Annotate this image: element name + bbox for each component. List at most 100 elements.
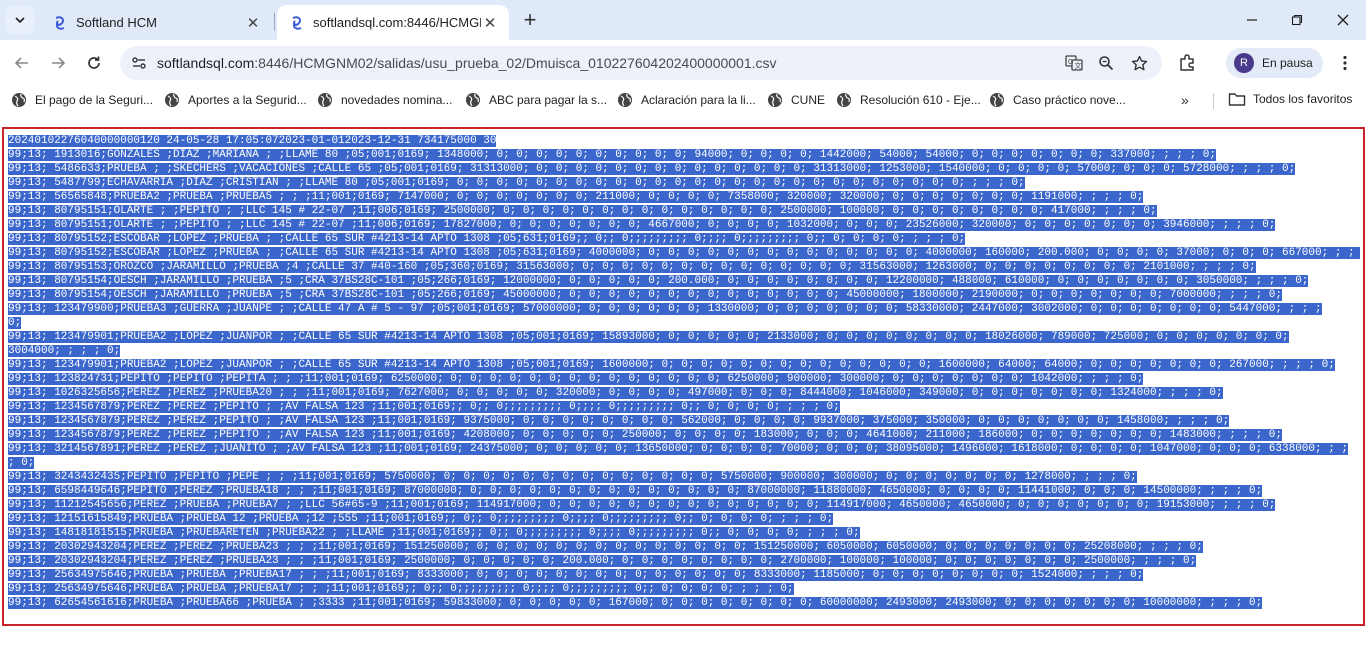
csv-text[interactable]: 20240102276040000000120 24-05-28 17:05:0… <box>8 134 1360 610</box>
softland-logo-icon <box>292 15 302 30</box>
csv-line-text: 99;13; 123479901;PRUEBA2 ;LÓPEZ ;JUANPOR… <box>8 359 1335 371</box>
csv-line-text: 99;13; 80795152;ESCOBAR ;LÓPEZ ;PRUEBA ;… <box>8 247 1360 259</box>
reload-button[interactable] <box>82 51 106 75</box>
folder-icon <box>1228 93 1246 106</box>
csv-line-text: 99;13; 80795153;OROZCO ;JARAMILLO ;PRUEB… <box>8 261 1256 273</box>
profile-button[interactable]: R En pausa <box>1226 48 1323 78</box>
csv-line: 3004000; ; ; ; 0; <box>8 344 1360 358</box>
translate-icon[interactable]: G文 <box>1064 53 1084 73</box>
csv-line-text: 99;13; 5487799;ECHAVARRIA ;DÍAZ ;CRISTIA… <box>8 177 1025 189</box>
globe-icon <box>837 93 851 107</box>
bookmark-label: Aportes a la Segurid... <box>188 93 307 107</box>
tab-strip: Softland HCM ✕ softlandsql.com:8446/HCMG… <box>0 0 1366 40</box>
bookmarks-divider <box>1213 93 1214 109</box>
chevron-down-icon <box>15 17 25 24</box>
csv-line: 99;13; 123824731;PEPITO ;PEPITO ;PEPITA … <box>8 372 1360 386</box>
address-bar[interactable]: softlandsql.com:8446/HCMGNM02/salidas/us… <box>120 46 1162 80</box>
tab-title: Softland HCM <box>76 15 157 30</box>
browser-toolbar: softlandsql.com:8446/HCMGNM02/salidas/us… <box>0 40 1366 86</box>
csv-line: 99;13; 80795152;ESCOBAR ;LÓPEZ ;PRUEBA ;… <box>8 232 1360 246</box>
csv-line-text: 99;13; 12151615849;PRUEBA ;PRUEBA 12 ;PR… <box>8 513 834 525</box>
csv-line: 99;13; 5487799;ECHAVARRIA ;DÍAZ ;CRISTIA… <box>8 176 1360 190</box>
csv-line-text: 99;13; 62654561616;PRUEBA ;PRUEBA66 ;PRU… <box>8 597 1263 609</box>
globe-icon <box>12 93 26 107</box>
globe-icon <box>318 93 332 107</box>
forward-button[interactable] <box>46 51 70 75</box>
csv-line-text: 99;13; 1234567879;PÉREZ ;PÉREZ ;PEPITO ;… <box>8 429 1283 441</box>
bookmark-star-icon[interactable] <box>1129 53 1149 73</box>
tab-search-button[interactable] <box>6 6 34 34</box>
tab-csv-file[interactable]: softlandsql.com:8446/HCMGNM ✕ <box>277 5 509 40</box>
profile-status: En pausa <box>1262 56 1313 70</box>
tab-divider <box>274 13 275 31</box>
csv-line: ; 0; <box>8 456 1360 470</box>
csv-line: 99;13; 1026325656;PÉREZ ;PÉREZ ;PRUEBA20… <box>8 386 1360 400</box>
csv-line: 0; <box>8 316 1360 330</box>
csv-line: 99;13; 12151615849;PRUEBA ;PRUEBA 12 ;PR… <box>8 512 1360 526</box>
bookmark-label: El pago de la Seguri... <box>35 93 154 107</box>
csv-line: 99;13; 80795152;ESCOBAR ;LÓPEZ ;PRUEBA ;… <box>8 246 1360 260</box>
restore-icon[interactable] <box>1285 8 1309 32</box>
avatar: R <box>1234 53 1254 73</box>
close-icon[interactable]: ✕ <box>244 14 262 32</box>
csv-line: 99;13; 1913016;GONZALES ;DÍAZ ;MARIANA ;… <box>8 148 1360 162</box>
csv-line-text: 99;13; 123479900;PRUEBA3 ;GUERRA ;JUANPE… <box>8 303 1322 315</box>
csv-viewer[interactable]: 20240102276040000000120 24-05-28 17:05:0… <box>2 127 1365 626</box>
csv-line-text: 99;13; 1026325656;PÉREZ ;PÉREZ ;PRUEBA20… <box>8 387 1223 399</box>
url-host: softlandsql.com <box>157 55 255 71</box>
csv-line-text: 99;13; 11212545656;PÉREZ ;PRUEBA ;PRUEBA… <box>8 499 1276 511</box>
softland-logo-icon <box>55 15 65 30</box>
csv-line: 99;13; 1234567879;PÉREZ ;PÉREZ ;PEPITO ;… <box>8 428 1360 442</box>
back-button[interactable] <box>10 51 34 75</box>
url-text[interactable]: softlandsql.com:8446/HCMGNM02/salidas/us… <box>157 55 777 71</box>
csv-line-text: 0; <box>8 317 22 329</box>
csv-line-text: ; 0; <box>8 457 35 469</box>
more-menu-icon[interactable] <box>1335 52 1355 74</box>
csv-line: 99;13; 80795151;OLARTE ; ;PEPITO ; ;LLC … <box>8 218 1360 232</box>
bookmark-item[interactable]: El pago de la Seguri... <box>11 91 153 109</box>
csv-line: 99;13; 80795153;OROZCO ;JARAMILLO ;PRUEB… <box>8 260 1360 274</box>
csv-line-text: 99;13; 1913016;GONZALES ;DÍAZ ;MARIANA ;… <box>8 149 1216 161</box>
csv-line-text: 99;13; 123824731;PEPITO ;PEPITO ;PEPITA … <box>8 373 1144 385</box>
csv-line-text: 99;13; 20302943204;PÉREZ ;PÉREZ ;PRUEBA2… <box>8 541 1203 553</box>
extensions-icon[interactable] <box>1178 52 1200 74</box>
all-bookmarks-button[interactable]: Todos los favoritos <box>1228 91 1352 107</box>
bookmarks-bar: El pago de la Seguri... Aportes a la Seg… <box>0 86 1366 114</box>
zoom-icon[interactable] <box>1096 53 1116 73</box>
csv-line-text: 99;13; 1234567879;PÉREZ ;PÉREZ ;PEPITO ;… <box>8 415 1230 427</box>
bookmarks-overflow-button[interactable]: » <box>1181 92 1189 108</box>
csv-line: 99;13; 25634975646;PRUEBA ;PRUEBA ;PRUEB… <box>8 568 1360 582</box>
tab-softland-hcm[interactable]: Softland HCM ✕ <box>40 5 272 40</box>
csv-line-text: 99;13; 25634975646;PRUEBA ;PRUEBA ;PRUEB… <box>8 569 1144 581</box>
bookmark-item[interactable]: Aclaración para la li... <box>617 91 756 109</box>
tab-title: softlandsql.com:8446/HCMGNM <box>313 15 481 30</box>
bookmark-item[interactable]: ABC para pagar la s... <box>465 91 607 109</box>
csv-line: 99;13; 6598449646;PEPITO ;PÉREZ ;PRUEBA1… <box>8 484 1360 498</box>
globe-icon <box>466 93 480 107</box>
bookmark-item[interactable]: Resolución 610 - Eje... <box>836 91 981 109</box>
bookmark-item[interactable]: novedades nomina... <box>317 91 452 109</box>
csv-line: 99;13; 56565848;PRUEBA2 ;PRUEBA ;PRUEBA5… <box>8 190 1360 204</box>
bookmark-label: CUNE <box>791 93 826 107</box>
bookmark-item[interactable]: Caso práctico nove... <box>989 91 1126 109</box>
csv-line-text: 99;13; 5486633;PRUEBA ; ;SKECHERS ;VACAC… <box>8 163 1296 175</box>
bookmark-item[interactable]: CUNE <box>767 91 825 109</box>
bookmark-label: Aclaración para la li... <box>641 93 756 107</box>
csv-line: 99;13; 62654561616;PRUEBA ;PRUEBA66 ;PRU… <box>8 596 1360 610</box>
csv-line-text: 99;13; 80795151;OLARTE ; ;PEPITO ; ;LLC … <box>8 219 1276 231</box>
minimize-icon[interactable] <box>1240 8 1264 32</box>
window-close-icon[interactable] <box>1331 8 1355 32</box>
csv-line-text: 99;13; 6598449646;PEPITO ;PÉREZ ;PRUEBA1… <box>8 485 1263 497</box>
csv-line: 20240102276040000000120 24-05-28 17:05:0… <box>8 134 1360 148</box>
csv-line: 99;13; 20302943204;PÉREZ ;PÉREZ ;PRUEBA2… <box>8 540 1360 554</box>
csv-line: 99;13; 20302943204;PÉREZ ;PÉREZ ;PRUEBA2… <box>8 554 1360 568</box>
close-icon[interactable]: ✕ <box>481 14 499 32</box>
csv-line: 99;13; 1234567879;PÉREZ ;PÉREZ ;PEPITO ;… <box>8 414 1360 428</box>
svg-text:G: G <box>1068 59 1073 66</box>
csv-line: 99;13; 14818181515;PRUEBA ;PRUEBARETEN ;… <box>8 526 1360 540</box>
csv-line-text: 20240102276040000000120 24-05-28 17:05:0… <box>8 135 497 147</box>
csv-line: 99;13; 5486633;PRUEBA ; ;SKECHERS ;VACAC… <box>8 162 1360 176</box>
bookmark-item[interactable]: Aportes a la Segurid... <box>164 91 307 109</box>
new-tab-button[interactable]: + <box>518 7 542 32</box>
site-info-icon[interactable] <box>128 52 150 74</box>
